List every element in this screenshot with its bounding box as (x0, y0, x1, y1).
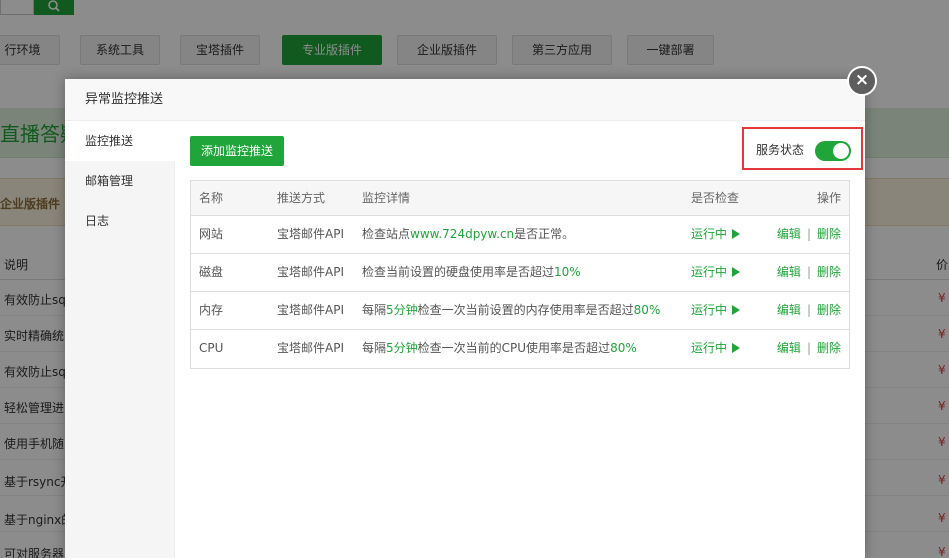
service-status-toggle[interactable] (815, 141, 851, 161)
running-status[interactable]: 运行中 (691, 341, 727, 355)
row-detail: 检查当前设置的硬盘使用率是否超过10% (362, 254, 581, 292)
running-status[interactable]: 运行中 (691, 303, 727, 317)
detail-text: 检查一次当前的CPU使用率是否超过 (417, 341, 611, 355)
header-check: 是否检查 (691, 191, 740, 205)
edit-link[interactable]: 编辑 (777, 341, 801, 355)
row-name: 网站 (199, 227, 224, 241)
edit-link[interactable]: 编辑 (777, 227, 801, 241)
play-icon (732, 305, 741, 315)
detail-text: 检查当前设置的硬盘使用率是否超过 (362, 265, 555, 279)
header-detail: 监控详情 (362, 191, 411, 205)
play-icon (732, 267, 741, 277)
separator: | (806, 303, 811, 317)
detail-highlight: 5分钟 (386, 303, 418, 317)
separator: | (806, 341, 811, 355)
detail-text: 检查站点 (362, 227, 411, 241)
separator: | (806, 265, 811, 279)
header-actions: 操作 (816, 191, 841, 205)
row-method: 宝塔邮件API (277, 341, 344, 355)
row-check-status[interactable]: 运行中 (691, 254, 741, 292)
modal-close-button[interactable]: × (847, 66, 877, 96)
detail-text: 每隔 (362, 303, 387, 317)
detail-highlight: 5分钟 (386, 341, 418, 355)
add-monitor-push-button[interactable]: 添加监控推送 (190, 136, 284, 166)
toggle-knob (833, 143, 849, 159)
header-name: 名称 (199, 191, 224, 205)
row-method: 宝塔邮件API (277, 265, 344, 279)
row-check-status[interactable]: 运行中 (691, 292, 741, 330)
header-method: 推送方式 (277, 191, 326, 205)
delete-link[interactable]: 删除 (817, 303, 841, 317)
row-name: CPU (199, 341, 224, 355)
table-row: 磁盘 宝塔邮件API 检查当前设置的硬盘使用率是否超过10% 运行中 编辑 | 删除 (191, 254, 849, 292)
monitor-push-dialog: 异常监控推送 监控推送 邮箱管理 日志 添加监控推送 服务状态 名称 推送方式 … (65, 79, 865, 558)
detail-text: 检查一次当前设置的内存使用率是否超过 (417, 303, 634, 317)
row-detail: 检查站点www.724dpyw.cn是否正常。 (362, 216, 574, 254)
table-row: CPU 宝塔邮件API 每隔5分钟检查一次当前的CPU使用率是否超过80% 运行… (191, 330, 849, 368)
play-icon (732, 343, 741, 353)
row-check-status[interactable]: 运行中 (691, 216, 741, 254)
running-status[interactable]: 运行中 (691, 265, 727, 279)
row-check-status[interactable]: 运行中 (691, 330, 741, 368)
detail-highlight: 80% (633, 303, 661, 317)
delete-link[interactable]: 删除 (817, 265, 841, 279)
delete-link[interactable]: 删除 (817, 341, 841, 355)
row-method: 宝塔邮件API (277, 303, 344, 317)
row-detail: 每隔5分钟检查一次当前设置的内存使用率是否超过80% (362, 292, 660, 330)
row-detail: 每隔5分钟检查一次当前的CPU使用率是否超过80% (362, 330, 637, 368)
detail-highlight: 80% (610, 341, 637, 355)
separator: | (806, 227, 811, 241)
row-name: 磁盘 (199, 265, 224, 279)
close-icon: × (854, 70, 870, 90)
row-actions: 编辑 | 删除 (777, 216, 841, 254)
table-row: 内存 宝塔邮件API 每隔5分钟检查一次当前设置的内存使用率是否超过80% 运行… (191, 292, 849, 330)
row-method: 宝塔邮件API (277, 227, 344, 241)
service-status-box: 服务状态 (742, 127, 863, 170)
dialog-title: 异常监控推送 (65, 79, 865, 121)
edit-link[interactable]: 编辑 (777, 303, 801, 317)
sidebar-item-mailbox[interactable]: 邮箱管理 (65, 161, 175, 201)
table-row: 网站 宝塔邮件API 检查站点www.724dpyw.cn是否正常。 运行中 编… (191, 216, 849, 254)
row-actions: 编辑 | 删除 (777, 254, 841, 292)
table-header-row: 名称 推送方式 监控详情 是否检查 操作 (191, 181, 849, 216)
play-icon (732, 229, 741, 239)
monitor-table: 名称 推送方式 监控详情 是否检查 操作 网站 宝塔邮件API 检查站点www.… (190, 180, 850, 369)
dialog-content: 添加监控推送 服务状态 名称 推送方式 监控详情 是否检查 操作 网站 宝塔邮件… (175, 121, 865, 558)
detail-text: 每隔 (362, 341, 387, 355)
edit-link[interactable]: 编辑 (777, 265, 801, 279)
detail-highlight: www.724dpyw.cn (410, 227, 515, 241)
sidebar-item-log[interactable]: 日志 (65, 201, 175, 241)
service-status-label: 服务状态 (756, 143, 805, 157)
running-status[interactable]: 运行中 (691, 227, 727, 241)
delete-link[interactable]: 删除 (817, 227, 841, 241)
detail-highlight: 10% (554, 265, 581, 279)
row-name: 内存 (199, 303, 224, 317)
row-actions: 编辑 | 删除 (777, 292, 841, 330)
dialog-sidebar: 监控推送 邮箱管理 日志 (65, 121, 175, 558)
detail-text: 是否正常。 (514, 227, 575, 241)
sidebar-item-monitor-push[interactable]: 监控推送 (65, 121, 175, 161)
row-actions: 编辑 | 删除 (777, 330, 841, 368)
